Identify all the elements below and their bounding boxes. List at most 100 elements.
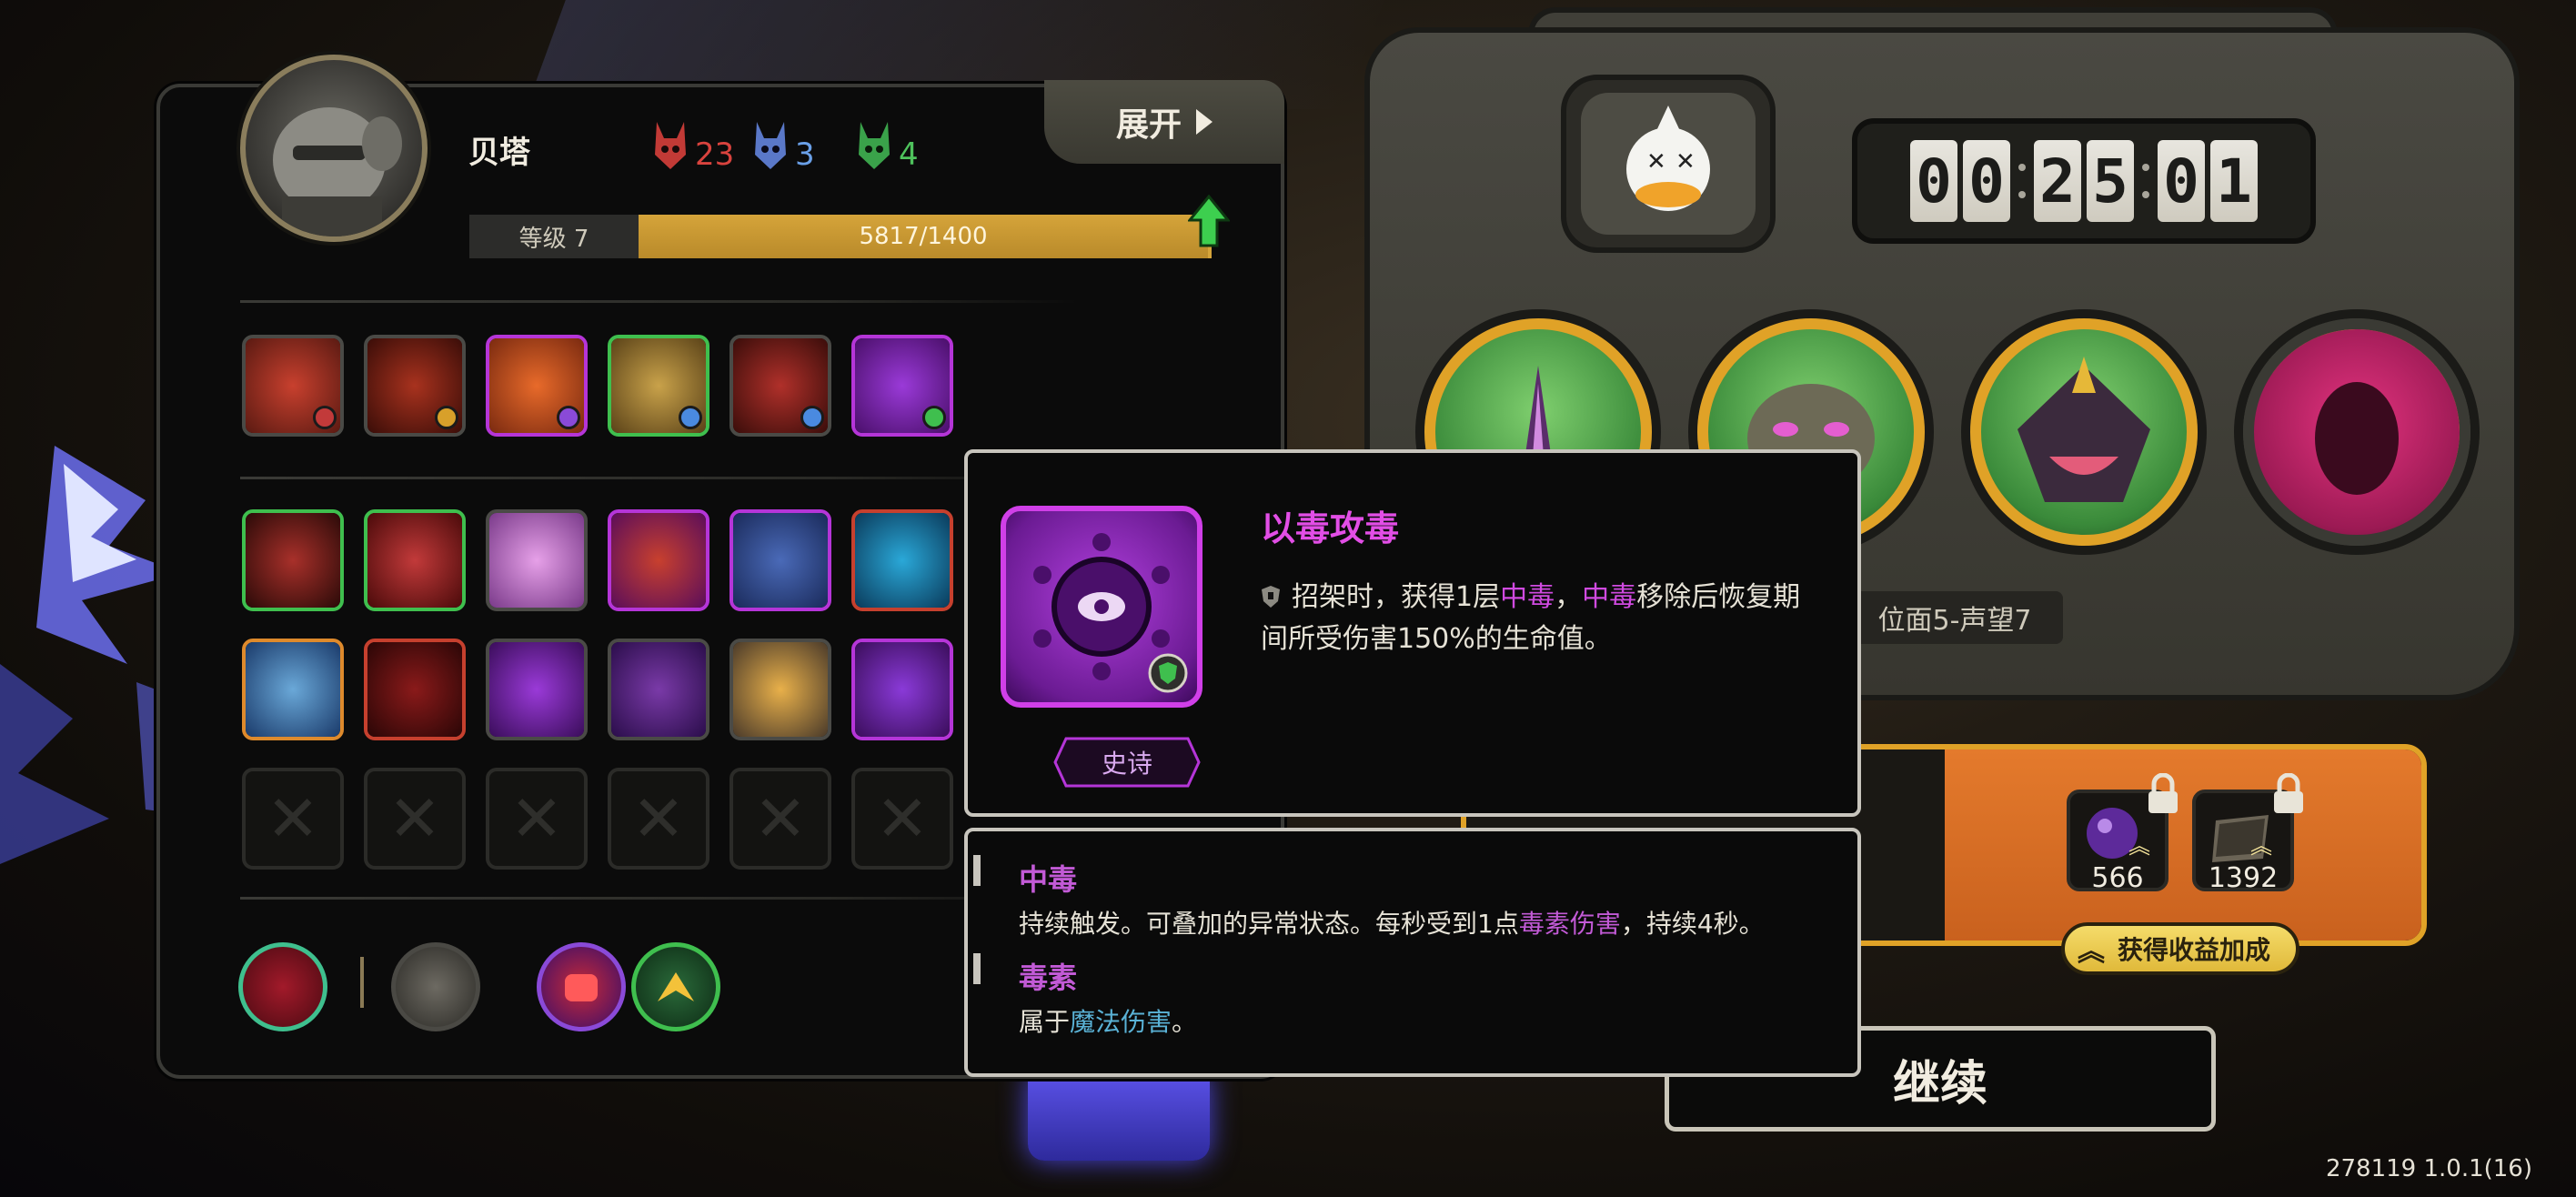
timer-colon — [2016, 164, 2028, 198]
panel-divider — [240, 300, 1077, 303]
skill-golden-totem-icon[interactable] — [608, 335, 709, 437]
xp-text: 5817/1400 — [859, 223, 988, 250]
reward-orb-count: 566 — [2091, 862, 2144, 894]
empty-skill-slot[interactable]: ✕ — [486, 768, 588, 870]
timer-digit: 0 — [1963, 140, 2010, 222]
glossary-text: 持续触发。可叠加的异常状态。每秒受到1点毒素伤害，持续4秒。 — [1019, 909, 1765, 939]
red-mask-stat: 23 — [651, 118, 734, 173]
skill-winged-blade-icon[interactable] — [730, 335, 831, 437]
skill-fire-streak-icon[interactable] — [486, 335, 588, 437]
skill-art — [367, 642, 462, 737]
skill-purple-claw-icon[interactable] — [608, 639, 709, 740]
level-up-arrow-icon[interactable] — [1188, 195, 1230, 247]
skill-red-gears-icon[interactable] — [364, 639, 466, 740]
skill-art — [246, 513, 340, 608]
level-label: 等级 7 — [469, 215, 639, 258]
empty-skill-slot[interactable]: ✕ — [364, 768, 466, 870]
skill-red-wings-icon[interactable] — [364, 509, 466, 611]
version-text: 278119 1.0.1(16) — [2325, 1155, 2532, 1182]
desc-text: 招架时，获得1层 — [1292, 581, 1501, 613]
green-mask-icon — [859, 122, 890, 169]
skill-thunder-cage-icon[interactable] — [851, 639, 953, 740]
xp-bar: 5817/1400 — [639, 215, 1212, 258]
orange-gem-badge-icon — [435, 406, 458, 429]
reward-highlight — [1945, 749, 2421, 940]
skill-art — [855, 513, 950, 608]
boss-orb-3[interactable] — [1970, 318, 2198, 546]
countdown-timer: 0 0 2 5 0 1 — [1852, 118, 2316, 244]
lock-icon — [2274, 773, 2303, 813]
timer-digit: 2 — [2034, 140, 2081, 222]
timer-digit: 5 — [2087, 140, 2134, 222]
skill-art — [367, 513, 462, 608]
empty-skill-slot[interactable]: ✕ — [242, 768, 344, 870]
duck-icon: ✕ ✕ — [1581, 93, 1756, 235]
double-chevron-up-icon: ︽ — [2078, 936, 2105, 968]
green-gem-badge-icon — [922, 406, 946, 429]
timer-colon — [2139, 164, 2152, 198]
boss-orb-4-locked[interactable] — [2243, 318, 2470, 546]
rarity-label: 史诗 — [1101, 749, 1152, 779]
duck-portrait-frame[interactable]: ✕ ✕ — [1561, 75, 1776, 253]
blue-gem-badge-icon — [800, 406, 824, 429]
tooltip-description: 招架时，获得1层中毒，中毒移除后恢复期间所受伤害150%的生命值。 — [1261, 577, 1825, 660]
tooltip-title: 以毒攻毒 — [1261, 508, 1400, 548]
keyword-glossary: 中毒 持续触发。可叠加的异常状态。每秒受到1点毒素伤害，持续4秒。 毒素 属于魔… — [964, 828, 1861, 1077]
poison-eye-icon — [1001, 506, 1202, 708]
purple-gem-badge-icon — [557, 406, 580, 429]
poison-keyword: 中毒 — [1582, 581, 1637, 613]
skill-ice-shell-icon[interactable] — [730, 509, 831, 611]
timer-digit: 0 — [1910, 140, 1957, 222]
panel-divider — [240, 897, 1077, 900]
skill-art — [246, 642, 340, 737]
skill-tooltip: 以毒攻毒 招架时，获得1层中毒，中毒移除后恢复期间所受伤害150%的生命值。 史… — [964, 449, 1861, 817]
skill-ice-sword-icon[interactable] — [242, 639, 344, 740]
skill-fire-demon-icon[interactable] — [364, 335, 466, 437]
income-bonus-button[interactable]: ︽ 获得收益加成 — [2061, 922, 2299, 975]
skill-claw-slash-icon[interactable] — [242, 335, 344, 437]
skill-purple-ghost-icon[interactable] — [486, 639, 588, 740]
bottom-gem-decor — [1028, 1073, 1210, 1161]
skill-poison-eye-icon[interactable] — [851, 335, 953, 437]
empty-skill-slot[interactable]: ✕ — [851, 768, 953, 870]
red-stat-value: 23 — [695, 136, 735, 173]
blue-stat-value: 3 — [795, 136, 815, 173]
skill-pink-crystal-icon[interactable] — [486, 509, 588, 611]
expand-button[interactable]: 展开 — [1044, 80, 1284, 164]
skill-art — [611, 642, 706, 737]
poison-keyword: 中毒 — [1500, 581, 1555, 613]
green-mask-stat: 4 — [855, 118, 919, 173]
empty-skill-slot[interactable]: ✕ — [608, 768, 709, 870]
green-stat-value: 4 — [899, 136, 919, 173]
income-bonus-label: 获得收益加成 — [2118, 935, 2271, 965]
skill-lightning-rush-icon[interactable] — [608, 509, 709, 611]
svg-text:︽: ︽ — [2128, 833, 2150, 859]
blue-gem-badge-icon — [679, 406, 702, 429]
glossary-marker — [973, 855, 981, 886]
fist-emblem-icon[interactable] — [537, 942, 626, 1031]
emblem-separator — [360, 957, 364, 1008]
empty-skill-slot[interactable]: ✕ — [730, 768, 831, 870]
skill-blade-strike-icon[interactable] — [242, 509, 344, 611]
reward-book-count: 1392 — [2208, 862, 2279, 894]
blue-mask-icon — [755, 122, 786, 169]
impact-emblem-icon[interactable] — [631, 942, 720, 1031]
expand-label: 展开 — [1115, 106, 1182, 144]
character-name: 贝塔 — [468, 135, 530, 171]
skill-art — [489, 513, 584, 608]
skill-blue-star-icon[interactable] — [851, 509, 953, 611]
blue-mask-stat: 3 — [751, 118, 815, 173]
demon-emblem-icon[interactable] — [238, 942, 327, 1031]
character-avatar[interactable] — [240, 55, 428, 242]
glossary-text: 属于魔法伤害。 — [1019, 1007, 1198, 1037]
skill-art — [733, 513, 828, 608]
svg-text:︽: ︽ — [2250, 833, 2272, 859]
skill-art — [489, 642, 584, 737]
skill-sunrise-icon[interactable] — [730, 639, 831, 740]
glossary-title: 毒素 — [1019, 961, 1078, 995]
play-arrow-icon — [1196, 109, 1213, 135]
red-gem-badge-icon — [313, 406, 337, 429]
timer-digit: 0 — [2158, 140, 2205, 222]
timer-digit: 1 — [2210, 140, 2258, 222]
tower-emblem-icon[interactable] — [391, 942, 480, 1031]
